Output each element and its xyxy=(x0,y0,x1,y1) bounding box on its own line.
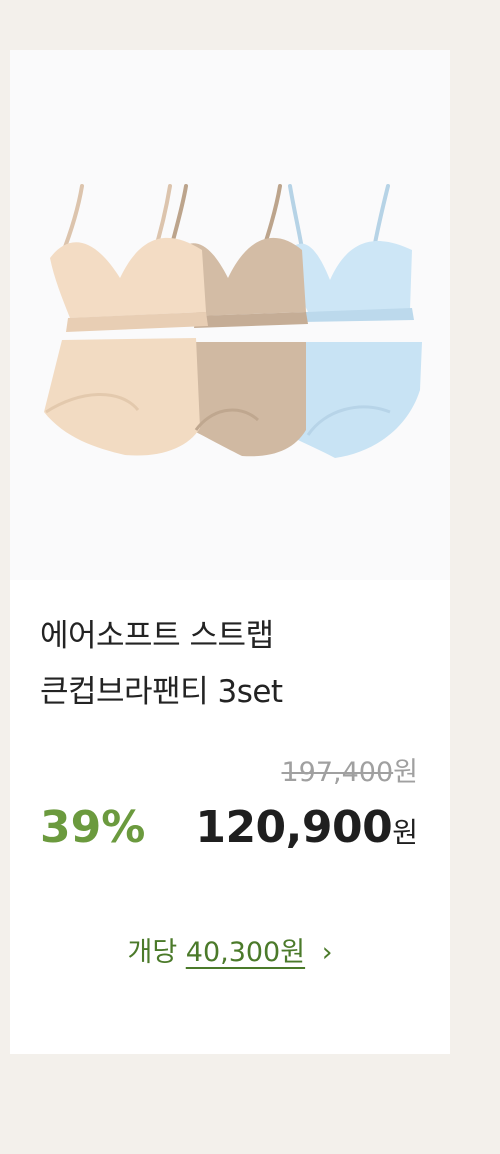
chevron-right-icon: › xyxy=(321,937,333,968)
per-unit-price-link[interactable]: 개당 40,300원 › xyxy=(10,930,450,969)
product-title[interactable]: 에어소프트 스트랩 큰컵브라팬티 3set xyxy=(40,608,430,720)
original-price-currency: 원 xyxy=(393,757,418,788)
sale-price-value: 120,900 xyxy=(195,802,393,853)
product-card[interactable]: 에어소프트 스트랩 큰컵브라팬티 3set 197,400원 39% 120,9… xyxy=(10,50,450,1054)
per-unit-price: 40,300원 xyxy=(185,937,306,968)
original-price-value: 197,400 xyxy=(281,757,394,788)
sale-price-currency: 원 xyxy=(392,816,418,849)
per-unit-label: 개당 xyxy=(127,937,178,968)
product-photo-illustration xyxy=(44,184,422,458)
product-title-line-2: 큰컵브라팬티 3set xyxy=(40,674,283,710)
product-image[interactable] xyxy=(10,50,450,580)
original-price: 197,400원 xyxy=(282,750,419,789)
sale-price: 120,900원 xyxy=(195,802,418,853)
discount-rate: 39% xyxy=(40,802,146,853)
product-title-line-1: 에어소프트 스트랩 xyxy=(40,618,274,654)
